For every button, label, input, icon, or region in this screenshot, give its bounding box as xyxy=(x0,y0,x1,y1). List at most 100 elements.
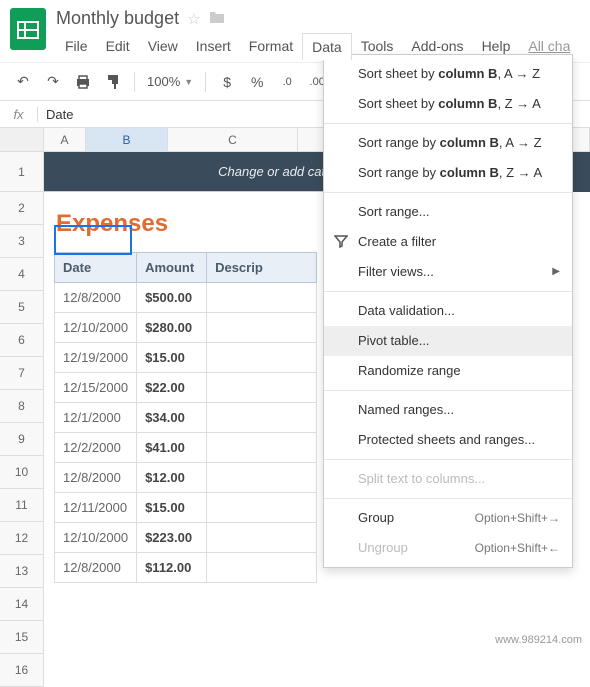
menu-sort-range[interactable]: Sort range... xyxy=(324,197,572,227)
menu-group[interactable]: Group Option+Shift+→ xyxy=(324,503,572,533)
cell-amount[interactable]: $22.00 xyxy=(137,373,207,403)
menu-sort-range-az[interactable]: Sort range by column B, A → Z xyxy=(324,128,572,158)
menu-format[interactable]: Format xyxy=(240,33,302,60)
cell-date[interactable]: 12/10/2000 xyxy=(55,313,137,343)
menu-named-ranges[interactable]: Named ranges... xyxy=(324,395,572,425)
undo-icon[interactable]: ↶ xyxy=(10,69,36,95)
cell-date[interactable]: 12/8/2000 xyxy=(55,463,137,493)
cell-amount[interactable]: $112.00 xyxy=(137,553,207,583)
table-row[interactable]: 12/19/2000$15.00 xyxy=(55,343,317,373)
cell-description[interactable] xyxy=(207,553,317,583)
menu-randomize-range[interactable]: Randomize range xyxy=(324,356,572,386)
cell-description[interactable] xyxy=(207,313,317,343)
cell-description[interactable] xyxy=(207,283,317,313)
cell-description[interactable] xyxy=(207,463,317,493)
cell-date[interactable]: 12/8/2000 xyxy=(55,553,137,583)
star-icon[interactable]: ☆ xyxy=(187,10,200,28)
table-row[interactable]: 12/15/2000$22.00 xyxy=(55,373,317,403)
menu-sort-sheet-az[interactable]: Sort sheet by column B, A → Z xyxy=(324,59,572,89)
row-header[interactable]: 13 xyxy=(0,555,44,588)
print-icon[interactable] xyxy=(70,69,96,95)
row-header[interactable]: 11 xyxy=(0,489,44,522)
menu-sort-range-za[interactable]: Sort range by column B, Z → A xyxy=(324,158,572,188)
row-header[interactable]: 16 xyxy=(0,654,44,687)
menu-view[interactable]: View xyxy=(139,33,187,60)
th-date[interactable]: Date xyxy=(55,253,137,283)
menu-protected-ranges[interactable]: Protected sheets and ranges... xyxy=(324,425,572,455)
format-currency-icon[interactable]: $ xyxy=(214,69,240,95)
decrease-decimal-icon[interactable]: .0 xyxy=(274,69,300,95)
row-header[interactable]: 15 xyxy=(0,621,44,654)
cell-description[interactable] xyxy=(207,373,317,403)
table-row[interactable]: 12/2/2000$41.00 xyxy=(55,433,317,463)
filter-icon xyxy=(334,234,348,253)
shortcut-label: Option+Shift+← xyxy=(475,539,560,557)
watermark: www.989214.com xyxy=(495,634,582,646)
table-row[interactable]: 12/10/2000$280.00 xyxy=(55,313,317,343)
cell-description[interactable] xyxy=(207,433,317,463)
cell-date[interactable]: 12/15/2000 xyxy=(55,373,137,403)
row-header[interactable]: 7 xyxy=(0,357,44,390)
cell-amount[interactable]: $223.00 xyxy=(137,523,207,553)
row-header[interactable]: 5 xyxy=(0,291,44,324)
row-header[interactable]: 10 xyxy=(0,456,44,489)
row-header[interactable]: 12 xyxy=(0,522,44,555)
col-header-a[interactable]: A xyxy=(44,128,86,151)
table-row[interactable]: 12/1/2000$34.00 xyxy=(55,403,317,433)
th-description[interactable]: Descrip xyxy=(207,253,317,283)
row-header[interactable]: 4 xyxy=(0,258,44,291)
menu-ungroup: Ungroup Option+Shift+← xyxy=(324,533,572,563)
cell-amount[interactable]: $34.00 xyxy=(137,403,207,433)
cell-description[interactable] xyxy=(207,493,317,523)
menu-split-text: Split text to columns... xyxy=(324,464,572,494)
table-row[interactable]: 12/11/2000$15.00 xyxy=(55,493,317,523)
menu-create-filter[interactable]: Create a filter xyxy=(324,227,572,257)
document-title[interactable]: Monthly budget xyxy=(56,8,179,29)
cell-amount[interactable]: $12.00 xyxy=(137,463,207,493)
redo-icon[interactable]: ↷ xyxy=(40,69,66,95)
cell-date[interactable]: 12/19/2000 xyxy=(55,343,137,373)
row-header[interactable]: 2 xyxy=(0,192,44,225)
menu-sort-sheet-za[interactable]: Sort sheet by column B, Z → A xyxy=(324,89,572,119)
menu-data-validation[interactable]: Data validation... xyxy=(324,296,572,326)
row-header[interactable]: 9 xyxy=(0,423,44,456)
cell-date[interactable]: 12/10/2000 xyxy=(55,523,137,553)
row-header[interactable]: 6 xyxy=(0,324,44,357)
format-percent-icon[interactable]: % xyxy=(244,69,270,95)
col-header-c[interactable]: C xyxy=(168,128,298,151)
row-header[interactable]: 1 xyxy=(0,152,44,192)
cell-amount[interactable]: $500.00 xyxy=(137,283,207,313)
menu-insert[interactable]: Insert xyxy=(187,33,240,60)
cell-description[interactable] xyxy=(207,343,317,373)
cell-amount[interactable]: $15.00 xyxy=(137,493,207,523)
cell-amount[interactable]: $280.00 xyxy=(137,313,207,343)
cell-description[interactable] xyxy=(207,403,317,433)
cell-date[interactable]: 12/8/2000 xyxy=(55,283,137,313)
folder-icon[interactable] xyxy=(209,10,225,28)
cell-description[interactable] xyxy=(207,523,317,553)
th-amount[interactable]: Amount xyxy=(137,253,207,283)
col-header-b[interactable]: B xyxy=(86,128,168,151)
paint-format-icon[interactable] xyxy=(100,69,126,95)
table-row[interactable]: 12/8/2000$12.00 xyxy=(55,463,317,493)
fx-label: fx xyxy=(0,107,38,122)
cell-date[interactable]: 12/11/2000 xyxy=(55,493,137,523)
select-all-corner[interactable] xyxy=(0,128,44,151)
data-menu-dropdown: Sort sheet by column B, A → Z Sort sheet… xyxy=(323,54,573,568)
zoom-select[interactable]: 100%▼ xyxy=(143,74,197,89)
table-row[interactable]: 12/10/2000$223.00 xyxy=(55,523,317,553)
table-row[interactable]: 12/8/2000$112.00 xyxy=(55,553,317,583)
cell-amount[interactable]: $15.00 xyxy=(137,343,207,373)
cell-date[interactable]: 12/2/2000 xyxy=(55,433,137,463)
menu-data[interactable]: Data xyxy=(302,33,352,60)
menu-pivot-table[interactable]: Pivot table... xyxy=(324,326,572,356)
cell-amount[interactable]: $41.00 xyxy=(137,433,207,463)
table-row[interactable]: 12/8/2000$500.00 xyxy=(55,283,317,313)
row-header[interactable]: 14 xyxy=(0,588,44,621)
cell-date[interactable]: 12/1/2000 xyxy=(55,403,137,433)
row-header[interactable]: 3 xyxy=(0,225,44,258)
menu-filter-views[interactable]: Filter views... ▶ xyxy=(324,257,572,287)
row-header[interactable]: 8 xyxy=(0,390,44,423)
menu-edit[interactable]: Edit xyxy=(97,33,139,60)
menu-file[interactable]: File xyxy=(56,33,97,60)
